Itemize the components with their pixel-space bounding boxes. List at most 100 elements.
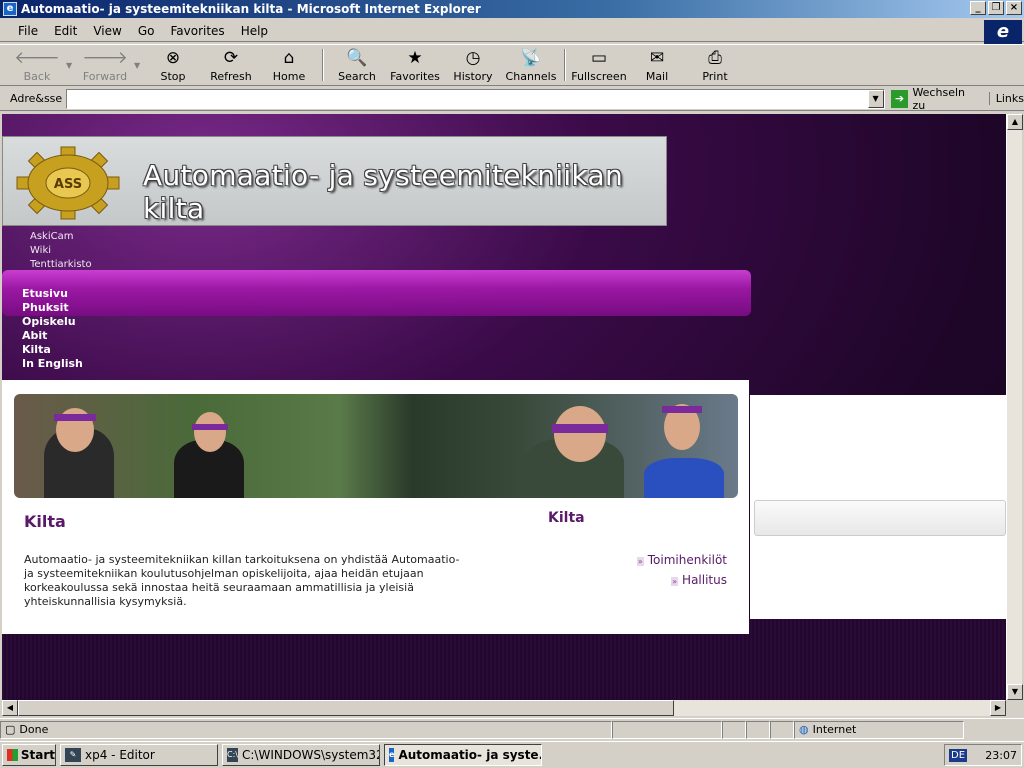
links-button[interactable]: Links [988,92,1024,105]
menu-view[interactable]: View [85,22,129,40]
fullscreen-icon: ▭ [590,47,608,68]
sidebar-link-toimihenkilot[interactable]: » Toimihenkilöt [636,551,727,571]
forward-button[interactable]: 🡒 Forward [76,45,134,85]
minimize-button[interactable]: _ [970,1,986,15]
menu-help[interactable]: Help [233,22,276,40]
status-cell [612,720,722,739]
fullscreen-button[interactable]: ▭ Fullscreen [570,45,628,85]
stop-button[interactable]: ⊗ Stop [144,45,202,85]
history-label: History [453,69,493,83]
photo-headband [54,414,96,421]
toplink-askicam[interactable]: AskiCam [30,230,92,244]
sidebar-link-label: Toimihenkilöt [647,553,727,567]
photo-headband [662,406,702,413]
ie-icon: e [389,748,395,762]
go-button[interactable]: ➔ Wechseln zu [890,86,981,112]
task-editor[interactable]: ✎ xp4 - Editor [60,744,218,766]
sidebar-link-hallitus[interactable]: » Hallitus [637,571,727,591]
channels-icon: 📡 [520,47,542,68]
scroll-up-icon[interactable]: ▲ [1007,114,1023,130]
zone-cell: ◍ Internet [794,720,964,739]
ie-icon: e [3,2,17,16]
scroll-down-icon[interactable]: ▼ [1007,684,1023,700]
start-label: Start [20,748,55,762]
forward-dropdown-icon[interactable]: ▼ [134,45,144,85]
menu-edit[interactable]: Edit [46,22,85,40]
task-cmd[interactable]: C:\ C:\WINDOWS\system32... [222,744,380,766]
favorites-label: Favorites [390,69,440,83]
refresh-button[interactable]: ⟳ Refresh [202,45,260,85]
task-label: xp4 - Editor [85,748,155,762]
status-cell [746,720,770,739]
guild-gear-logo: ASS [16,146,120,220]
refresh-icon: ⟳ [223,47,239,68]
page-heading: Kilta [24,512,66,531]
nav-etusivu[interactable]: Etusivu [22,287,83,301]
nav-bar-background [2,270,751,316]
nav-phuksit[interactable]: Phuksit [22,301,83,315]
ie-logo-icon: e [984,20,1022,44]
task-label: Automaatio- ja syste... [398,748,542,762]
vertical-scrollbar[interactable]: ▲ ▼ [1006,114,1023,700]
back-button[interactable]: 🡐 Back [8,45,66,85]
photo-head [554,406,606,462]
page-icon: ▢ [5,723,16,736]
double-chevron-icon: » [636,557,644,566]
toolbar: 🡐 Back ▼ 🡒 Forward ▼ ⊗ Stop ⟳ Refresh ⌂ Home … [0,44,1024,86]
address-bar: Adre&sse ▼ ➔ Wechseln zu Links [0,86,1024,112]
print-button[interactable]: ⎙ Print [686,45,744,85]
task-ie[interactable]: e Automaatio- ja syste... [384,744,542,766]
toolbar-separator [322,49,324,81]
home-button[interactable]: ⌂ Home [260,45,318,85]
title-bar: e Automaatio- ja systeemitekniikan kilta… [0,0,1024,18]
print-label: Print [702,69,728,83]
photo-headband [552,424,608,433]
back-label: Back [23,69,51,83]
address-input[interactable]: ▼ [66,88,885,109]
favorites-icon: ★ [407,47,423,68]
menu-file[interactable]: File [10,22,46,40]
window-title: Automaatio- ja systeemitekniikan kilta -… [21,2,481,16]
windows-flag-icon [7,749,18,761]
address-label: Adre&sse [10,92,63,105]
status-cell [722,720,746,739]
favorites-button[interactable]: ★ Favorites [386,45,444,85]
search-label: Search [338,69,376,83]
forward-label: Forward [82,69,128,83]
history-button[interactable]: ◷ History [444,45,502,85]
home-icon: ⌂ [283,47,295,68]
address-dropdown-icon[interactable]: ▼ [867,89,884,108]
clock[interactable]: 23:07 [985,749,1017,762]
fullscreen-label: Fullscreen [571,69,627,83]
nav-opiskelu[interactable]: Opiskelu [22,315,83,329]
back-dropdown-icon[interactable]: ▼ [66,45,76,85]
sidebar-link-label: Hallitus [682,573,727,587]
scroll-right-icon[interactable]: ▶ [990,700,1006,716]
menu-bar: File Edit View Go Favorites Help [0,20,1024,42]
scroll-left-icon[interactable]: ◀ [2,700,18,716]
maximize-button[interactable]: ❐ [988,1,1004,15]
mail-icon: ✉ [649,47,665,68]
horizontal-scrollbar[interactable]: ◀ ▶ [2,700,1006,716]
svg-text:ASS: ASS [54,177,82,192]
nav-abit[interactable]: Abit [22,329,83,343]
status-text-cell: ▢ Done [0,720,612,739]
menu-favorites[interactable]: Favorites [162,22,232,40]
horizontal-scroll-thumb[interactable] [18,700,674,716]
language-indicator[interactable]: DE [949,748,968,762]
search-button[interactable]: 🔍 Search [328,45,386,85]
console-icon: C:\ [227,748,238,762]
menu-go[interactable]: Go [130,22,163,40]
channels-button[interactable]: 📡 Channels [502,45,560,85]
nav-kilta[interactable]: Kilta [22,343,83,357]
nav-in-english[interactable]: In English [22,357,83,371]
toplink-wiki[interactable]: Wiki [30,244,92,258]
mail-button[interactable]: ✉ Mail [628,45,686,85]
search-icon: 🔍 [346,47,368,68]
web-content: ASS Automaatio- ja systeemitekniikan kil… [2,114,1006,700]
stop-icon: ⊗ [165,47,181,68]
refresh-label: Refresh [210,69,252,83]
close-button[interactable]: × [1006,1,1022,15]
right-search-box[interactable] [754,500,1006,536]
start-button[interactable]: Start [2,744,56,766]
